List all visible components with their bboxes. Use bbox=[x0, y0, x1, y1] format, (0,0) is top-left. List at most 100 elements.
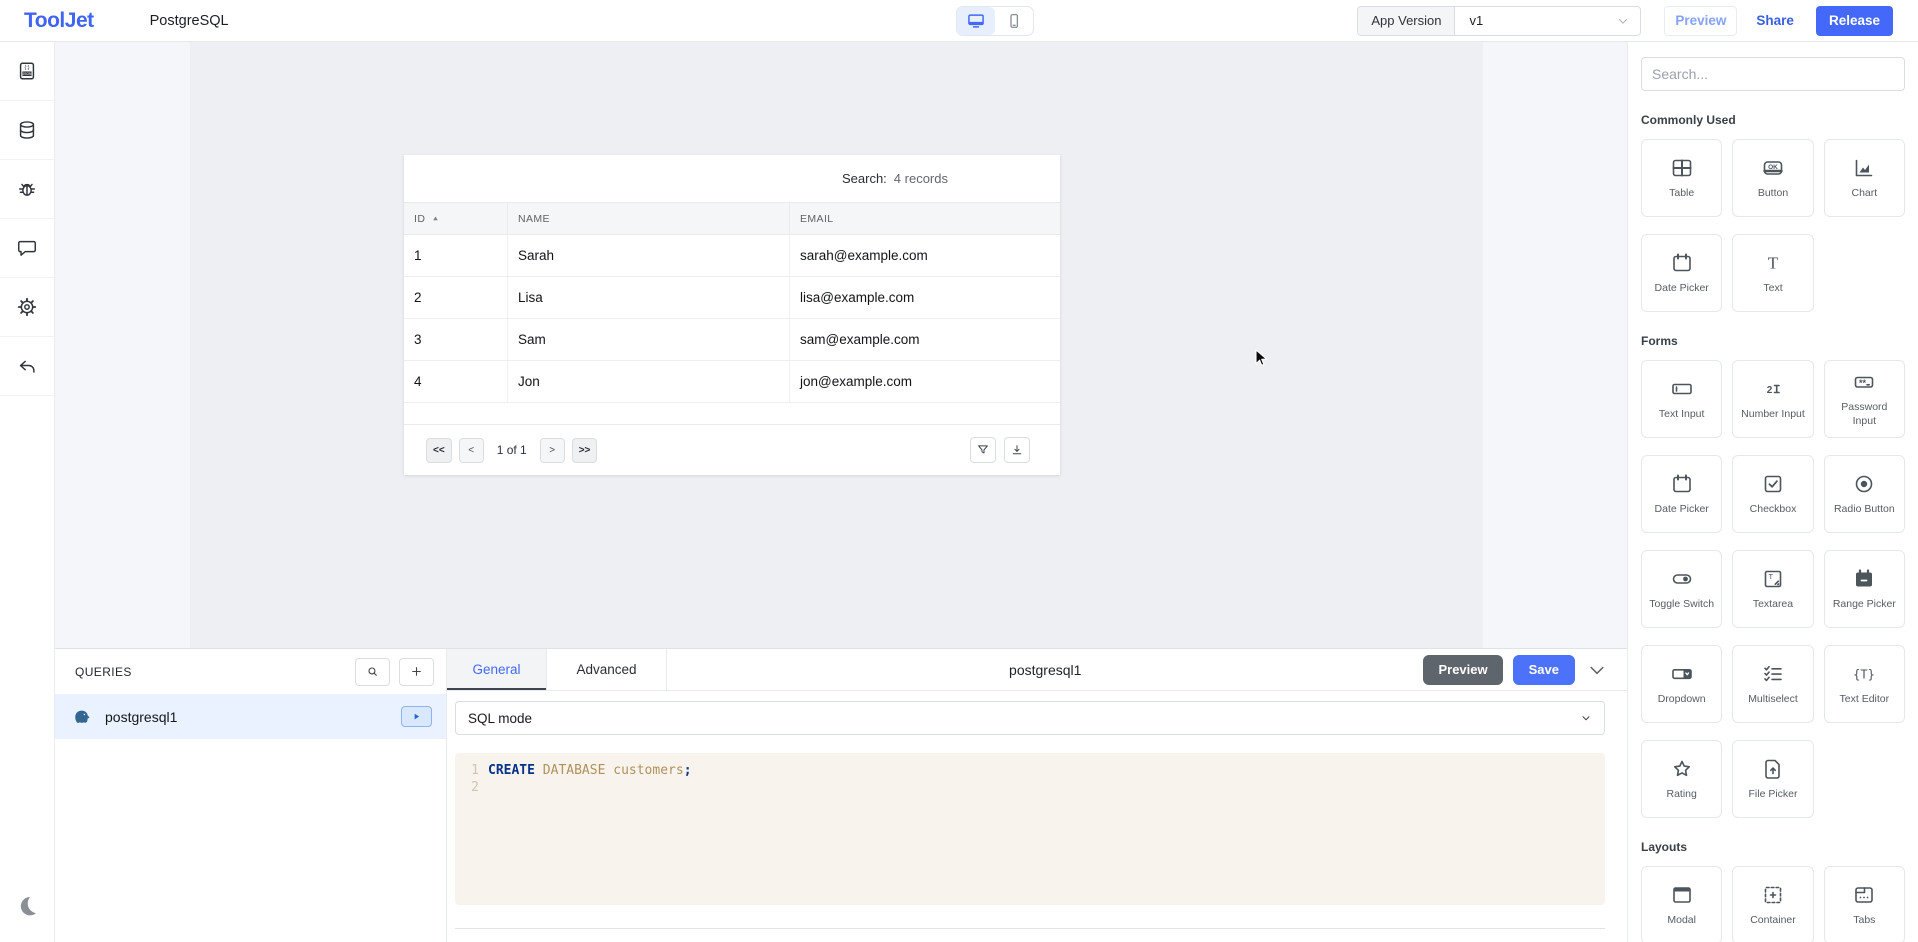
dark-mode-toggle[interactable] bbox=[0, 886, 54, 926]
tooljet-app-builder: ToolJet PostgreSQL bbox=[0, 0, 1918, 942]
widget-card[interactable]: Container bbox=[1732, 866, 1813, 942]
table-row[interactable]: 2 Lisa lisa@example.com bbox=[404, 277, 1060, 319]
widget-card[interactable]: T Textarea bbox=[1732, 550, 1813, 628]
query-list-item[interactable]: postgresql1 bbox=[55, 694, 446, 739]
column-header-email[interactable]: EMAIL bbox=[790, 203, 1060, 234]
table-toolbar: Search: 4 records bbox=[404, 155, 1060, 203]
tooljet-logo[interactable]: ToolJet bbox=[24, 9, 94, 33]
table-widget[interactable]: Search: 4 records ID NAME bbox=[404, 155, 1060, 475]
table-row[interactable]: 3 Sam sam@example.com bbox=[404, 319, 1060, 361]
widget-card[interactable]: Toggle Switch bbox=[1641, 550, 1722, 628]
chevron-down-icon bbox=[1587, 660, 1607, 680]
moon-icon bbox=[15, 894, 39, 918]
desktop-layout-button[interactable] bbox=[957, 7, 995, 35]
layout-toggle-group bbox=[956, 6, 1034, 36]
texteditor-icon: {T} bbox=[1852, 662, 1876, 686]
sql-mode-value: SQL mode bbox=[468, 711, 532, 726]
sql-mode-select[interactable]: SQL mode bbox=[455, 701, 1605, 735]
comments-icon bbox=[16, 237, 38, 259]
widget-card[interactable]: Chart bbox=[1824, 139, 1905, 217]
passwordinput-icon: ** bbox=[1852, 370, 1876, 394]
widget-card[interactable]: T Text bbox=[1732, 234, 1813, 312]
tab-advanced[interactable]: Advanced bbox=[547, 649, 667, 690]
column-header-name[interactable]: NAME bbox=[508, 203, 790, 234]
table-row[interactable]: 4 Jon jon@example.com bbox=[404, 361, 1060, 403]
app-name[interactable]: PostgreSQL bbox=[150, 13, 229, 29]
svg-text:{T}: {T} bbox=[1853, 667, 1875, 681]
release-button[interactable]: Release bbox=[1816, 6, 1893, 36]
download-button[interactable] bbox=[1004, 437, 1030, 463]
first-page-button[interactable]: << bbox=[426, 438, 452, 463]
query-save-button[interactable]: Save bbox=[1513, 655, 1575, 685]
query-search-button[interactable] bbox=[355, 658, 390, 686]
widget-card[interactable]: Modal bbox=[1641, 866, 1722, 942]
query-title[interactable]: postgresql1 bbox=[667, 649, 1423, 690]
widget-card[interactable]: 2 Number Input bbox=[1732, 360, 1813, 438]
debugger-icon bbox=[16, 178, 38, 200]
section-title: Layouts bbox=[1641, 840, 1905, 854]
widget-card[interactable]: Tabs bbox=[1824, 866, 1905, 942]
desktop-icon bbox=[966, 11, 986, 31]
app-version-label: App Version bbox=[1358, 7, 1455, 35]
widget-card[interactable]: Radio Button bbox=[1824, 455, 1905, 533]
filter-button[interactable] bbox=[970, 437, 996, 463]
app-version-select[interactable]: App Version v1 bbox=[1357, 6, 1641, 36]
widget-card[interactable]: Dropdown bbox=[1641, 645, 1722, 723]
queries-title: QUERIES bbox=[75, 665, 132, 679]
previous-page-button[interactable]: < bbox=[459, 438, 484, 463]
table-pagination: << < 1 of 1 > >> bbox=[426, 438, 597, 463]
sql-code-editor[interactable]: 1CREATE DATABASE customers; 2 bbox=[455, 753, 1605, 905]
widget-card[interactable]: Date Picker bbox=[1641, 455, 1722, 533]
widget-card[interactable]: File Picker bbox=[1732, 740, 1813, 818]
radiobutton-icon bbox=[1852, 472, 1876, 496]
widget-card[interactable]: Multiselect bbox=[1732, 645, 1813, 723]
filter-icon bbox=[976, 443, 990, 457]
textinput-icon bbox=[1670, 377, 1694, 401]
widget-card[interactable]: Table bbox=[1641, 139, 1722, 217]
page-status: 1 of 1 bbox=[497, 443, 527, 457]
collapse-query-panel-button[interactable] bbox=[1585, 660, 1609, 680]
table-footer: << < 1 of 1 > >> bbox=[404, 424, 1060, 475]
widget-card[interactable]: ** Password Input bbox=[1824, 360, 1905, 438]
left-sidebar: {:}JSON bbox=[0, 42, 55, 942]
widget-card[interactable]: Rating bbox=[1641, 740, 1722, 818]
query-panel: QUERIES bbox=[55, 648, 1627, 942]
widget-card[interactable]: Text Input bbox=[1641, 360, 1722, 438]
last-page-button[interactable]: >> bbox=[572, 438, 598, 463]
widget-card[interactable]: OK Button bbox=[1732, 139, 1813, 217]
chevron-down-icon bbox=[1580, 712, 1592, 724]
app-canvas[interactable]: Search: 4 records ID NAME bbox=[55, 42, 1627, 648]
column-header-id[interactable]: ID bbox=[404, 203, 508, 234]
text-icon: T bbox=[1761, 251, 1785, 275]
share-button[interactable]: Share bbox=[1746, 6, 1804, 36]
widget-card[interactable]: Date Picker bbox=[1641, 234, 1722, 312]
svg-text:{:}: {:} bbox=[24, 65, 29, 71]
datepicker-icon bbox=[1670, 472, 1694, 496]
add-query-button[interactable] bbox=[399, 658, 434, 686]
header-actions: App Version v1 Preview Share Release bbox=[1357, 6, 1893, 36]
section-commonly-used: Commonly Used Table OK Button bbox=[1641, 113, 1905, 312]
section-layouts: Layouts Modal Container bbox=[1641, 840, 1905, 942]
widget-card[interactable]: Range Picker bbox=[1824, 550, 1905, 628]
multiselect-icon bbox=[1761, 662, 1785, 686]
tabs-icon bbox=[1852, 883, 1876, 907]
search-icon bbox=[366, 665, 379, 678]
widget-card[interactable]: Checkbox bbox=[1732, 455, 1813, 533]
next-page-button[interactable]: > bbox=[540, 438, 565, 463]
code-line: 1CREATE DATABASE customers; bbox=[455, 762, 1605, 779]
tab-general[interactable]: General bbox=[447, 649, 547, 690]
preview-button[interactable]: Preview bbox=[1664, 6, 1737, 36]
mobile-layout-button[interactable] bbox=[995, 7, 1033, 35]
table-row[interactable]: 1 Sarah sarah@example.com bbox=[404, 235, 1060, 277]
dropdown-icon bbox=[1670, 662, 1694, 686]
table-records-count: 4 records bbox=[894, 171, 948, 186]
svg-text:2: 2 bbox=[1767, 384, 1773, 395]
table-search-label[interactable]: Search: bbox=[842, 171, 887, 186]
numberinput-icon: 2 bbox=[1761, 377, 1785, 401]
query-preview-button[interactable]: Preview bbox=[1423, 655, 1502, 685]
widget-card[interactable]: {T} Text Editor bbox=[1824, 645, 1905, 723]
run-query-button[interactable] bbox=[401, 706, 432, 727]
widget-search-input[interactable] bbox=[1641, 57, 1905, 91]
section-title: Commonly Used bbox=[1641, 113, 1905, 127]
panel-divider bbox=[455, 928, 1605, 929]
